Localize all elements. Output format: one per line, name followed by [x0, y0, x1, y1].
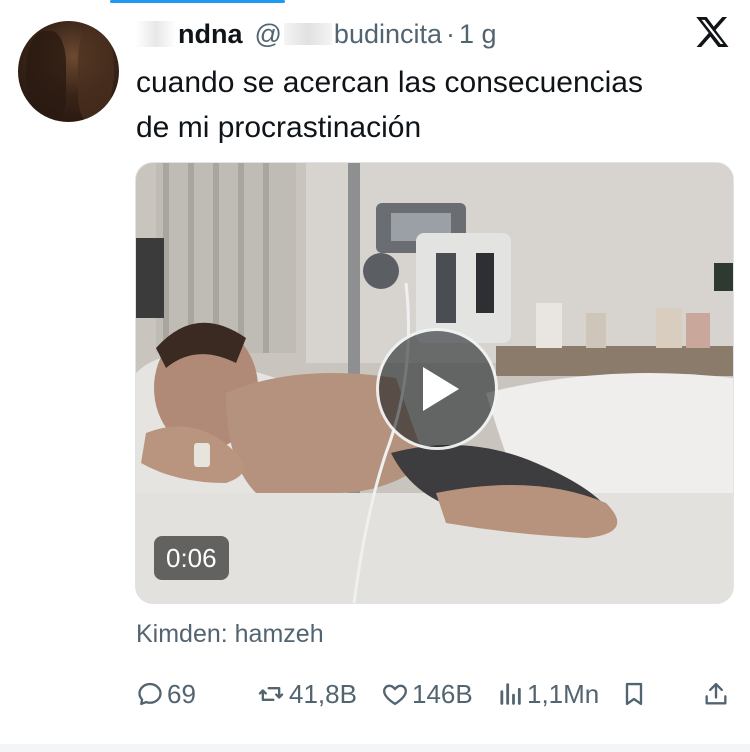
handle-suffix[interactable]: budincita	[334, 19, 442, 50]
like-button[interactable]: 146B	[381, 672, 473, 716]
tweet-text-line-1: cuando se acercan las consecuencias	[136, 66, 643, 99]
cross-necklace-icon: ✝	[80, 118, 91, 122]
bottom-divider	[0, 744, 750, 752]
reply-count: 69	[167, 678, 196, 709]
action-bar: 69 41,8B 146B 1,1Mn	[136, 672, 736, 716]
bookmark-button[interactable]	[620, 672, 648, 716]
handle-prefix[interactable]: @	[255, 19, 282, 50]
retweet-button[interactable]: 41,8B	[256, 672, 357, 716]
play-button[interactable]	[376, 328, 498, 450]
share-button[interactable]	[702, 672, 730, 716]
play-icon	[423, 367, 459, 411]
timestamp[interactable]: 1 g	[459, 19, 497, 50]
reply-bubble-icon	[138, 682, 162, 706]
blurred-name-part	[136, 21, 176, 47]
reply-button[interactable]: 69	[136, 672, 196, 716]
tweet-text: cuando se acercan las consecuencias de m…	[136, 60, 726, 150]
tweet-text-line-2: de mi procrastinación	[136, 111, 422, 144]
retweet-count: 41,8B	[289, 678, 357, 709]
x-logo-icon[interactable]	[694, 14, 730, 50]
bookmark-icon	[625, 682, 643, 706]
display-name[interactable]: ndna	[178, 19, 243, 50]
avatar[interactable]: ✝	[18, 21, 119, 122]
tweet-header: ndna @ budincita · 1 g	[136, 14, 497, 54]
retweet-icon	[258, 687, 284, 701]
top-progress-bar	[0, 0, 750, 4]
views-button[interactable]: 1,1Mn	[496, 672, 599, 716]
video-duration: 0:06	[154, 536, 229, 580]
views-bar-chart-icon	[500, 683, 521, 705]
heart-icon	[383, 684, 407, 706]
like-count: 146B	[412, 678, 473, 709]
view-count: 1,1Mn	[527, 678, 600, 709]
blurred-handle-part	[283, 23, 332, 45]
separator-dot: ·	[446, 18, 456, 49]
share-upload-icon	[705, 682, 727, 705]
source-attribution[interactable]: Kimden: hamzeh	[136, 620, 324, 649]
video-player[interactable]: 0:06	[135, 162, 734, 604]
